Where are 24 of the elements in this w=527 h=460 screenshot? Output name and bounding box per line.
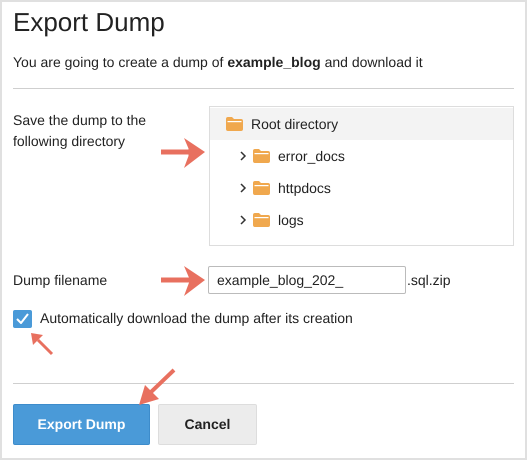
chevron-icon[interactable] [240,151,247,161]
chevron-icon[interactable] [240,215,247,225]
folder-icon [253,213,270,227]
filename-input[interactable]: example_blog_202_ [208,266,406,294]
chevron-icon[interactable] [240,183,247,193]
annotation-arrow [159,137,206,169]
field-label: Dump filename [13,270,108,290]
filename-suffix: .sql.zip [407,270,451,290]
tree-item[interactable]: error_docs [210,140,513,172]
tree-item[interactable]: httpdocs [210,172,513,204]
field-label: Save the dump to the following directory [13,111,148,151]
description: You are going to create a dump of example_blog and download it [13,53,424,72]
cancel-button[interactable]: Cancel [158,404,257,445]
checkbox-label: Automatically download the dump after its creation [40,309,353,328]
folder-icon [226,117,243,131]
checkbox[interactable] [13,310,32,328]
tree-item[interactable]: logs [210,204,513,236]
annotation-arrow [30,332,54,356]
dialog-title: Export Dump [13,6,166,38]
tree-item[interactable]: Root directory [210,108,513,140]
folder-icon [253,181,270,195]
folder-icon [253,149,270,163]
annotation-arrow [138,368,176,406]
annotation-arrow [159,265,206,297]
